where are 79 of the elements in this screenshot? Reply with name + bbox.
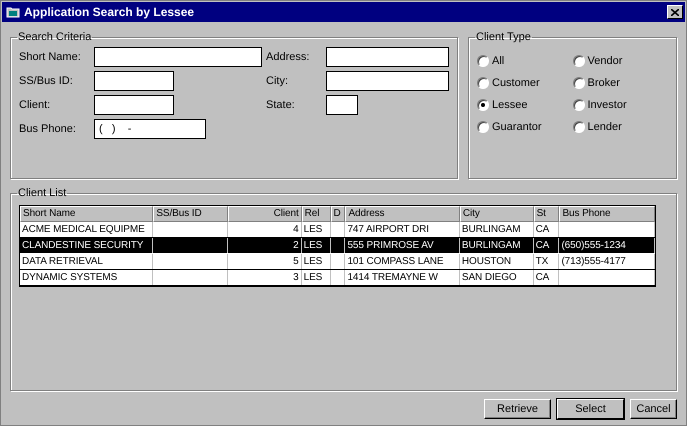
radio-button[interactable] (477, 55, 489, 67)
table-row[interactable]: DYNAMIC SYSTEMS 3 LES 1414 TREMAYNE W SAN DIEGO CA (20, 270, 655, 286)
table-cell: CA (534, 238, 560, 253)
radio-label[interactable]: All (492, 55, 504, 67)
table-cell: 3 (228, 270, 302, 285)
radio-label[interactable]: Lessee (492, 99, 528, 111)
text-field[interactable] (326, 71, 449, 91)
radio-button[interactable] (572, 121, 584, 133)
dialog-button[interactable]: Retrieve (484, 399, 551, 419)
field-label: Short Name: (19, 51, 82, 63)
radio-button[interactable] (572, 99, 584, 111)
field-label: Address: (266, 51, 310, 63)
radio-label[interactable]: Lender (588, 121, 622, 133)
table-cell: LES (302, 238, 331, 253)
column-header[interactable]: Client (228, 206, 302, 222)
radio-button[interactable] (572, 77, 584, 89)
table-cell: (713)555-4177 (559, 254, 655, 269)
folder-icon (6, 6, 20, 18)
text-field[interactable] (326, 47, 449, 67)
radio-label[interactable]: Investor (588, 99, 627, 111)
column-header[interactable]: Short Name (20, 206, 154, 222)
table-cell: 5 (228, 254, 302, 269)
radio-label[interactable]: Broker (588, 77, 620, 89)
column-header[interactable]: Bus Phone (559, 206, 655, 222)
table-cell: CA (534, 222, 560, 237)
table-cell: 555 PRIMROSE AV (345, 238, 460, 253)
column-header[interactable]: City (460, 206, 534, 222)
close-button[interactable] (667, 5, 683, 19)
table-cell: 101 COMPASS LANE (345, 254, 460, 269)
table-cell: DATA RETRIEVAL (20, 254, 154, 269)
radio-label[interactable]: Customer (492, 77, 540, 89)
table-cell: LES (302, 222, 331, 237)
table-cell: DYNAMIC SYSTEMS (20, 270, 154, 285)
table-cell: LES (302, 254, 331, 269)
column-header[interactable]: Address (345, 206, 460, 222)
field-label: Bus Phone: (19, 123, 77, 135)
table-cell: SAN DIEGO (460, 270, 534, 285)
field-label: State: (266, 99, 296, 111)
table-cell: BURLINGAM (460, 238, 534, 253)
table-row[interactable]: ACME MEDICAL EQUIPME 4 LES 747 AIRPORT DRI BURLINGAM CA (20, 222, 655, 238)
table-cell: ACME MEDICAL EQUIPME (20, 222, 154, 237)
table-cell: BURLINGAM (460, 222, 534, 237)
group-title: Client List (17, 187, 68, 199)
group-title: Search Criteria (17, 31, 92, 43)
column-header[interactable]: St (534, 206, 560, 222)
radio-button[interactable] (477, 77, 489, 89)
text-field[interactable] (326, 95, 358, 115)
group-title: Client Type (475, 31, 532, 43)
dialog-button[interactable]: Cancel (630, 399, 677, 419)
table-cell: 747 AIRPORT DRI (345, 222, 460, 237)
text-field[interactable] (94, 71, 174, 91)
table-cell: (650)555-1234 (559, 238, 655, 253)
table-cell: 2 (228, 238, 302, 253)
close-icon (671, 8, 679, 16)
table-cell: 4 (228, 222, 302, 237)
table-cell: CLANDESTINE SECURITY (20, 238, 154, 253)
column-header[interactable]: Rel (302, 206, 331, 222)
radio-label[interactable]: Vendor (588, 55, 622, 67)
radio-button[interactable] (477, 99, 489, 111)
column-header[interactable]: SS/Bus ID (153, 206, 228, 222)
field-label: Client: (19, 99, 52, 111)
radio-button[interactable] (572, 55, 584, 67)
field-label: City: (266, 75, 289, 87)
dialog-button[interactable]: Select (557, 399, 624, 419)
text-field[interactable]: ( ) - (94, 119, 206, 139)
table-row[interactable]: DATA RETRIEVAL 5 LES 101 COMPASS LANE HOUSTON TX (713)555-4177 (20, 254, 655, 270)
table-cell: LES (302, 270, 331, 285)
text-field[interactable] (94, 95, 174, 115)
table-cell: HOUSTON (460, 254, 534, 269)
table-cell: 1414 TREMAYNE W (345, 270, 460, 285)
table-cell: CA (534, 270, 560, 285)
table-row[interactable]: CLANDESTINE SECURITY 2 LES 555 PRIMROSE AV BURLINGAM CA (650)555-1234 (20, 238, 655, 254)
window-title: Application Search by Lessee (24, 5, 196, 19)
radio-button[interactable] (477, 121, 489, 133)
text-field[interactable] (94, 47, 262, 67)
radio-label[interactable]: Guarantor (492, 121, 542, 133)
table-cell: TX (534, 254, 560, 269)
field-label: SS/Bus ID: (19, 75, 74, 87)
column-header[interactable]: D (330, 206, 346, 222)
